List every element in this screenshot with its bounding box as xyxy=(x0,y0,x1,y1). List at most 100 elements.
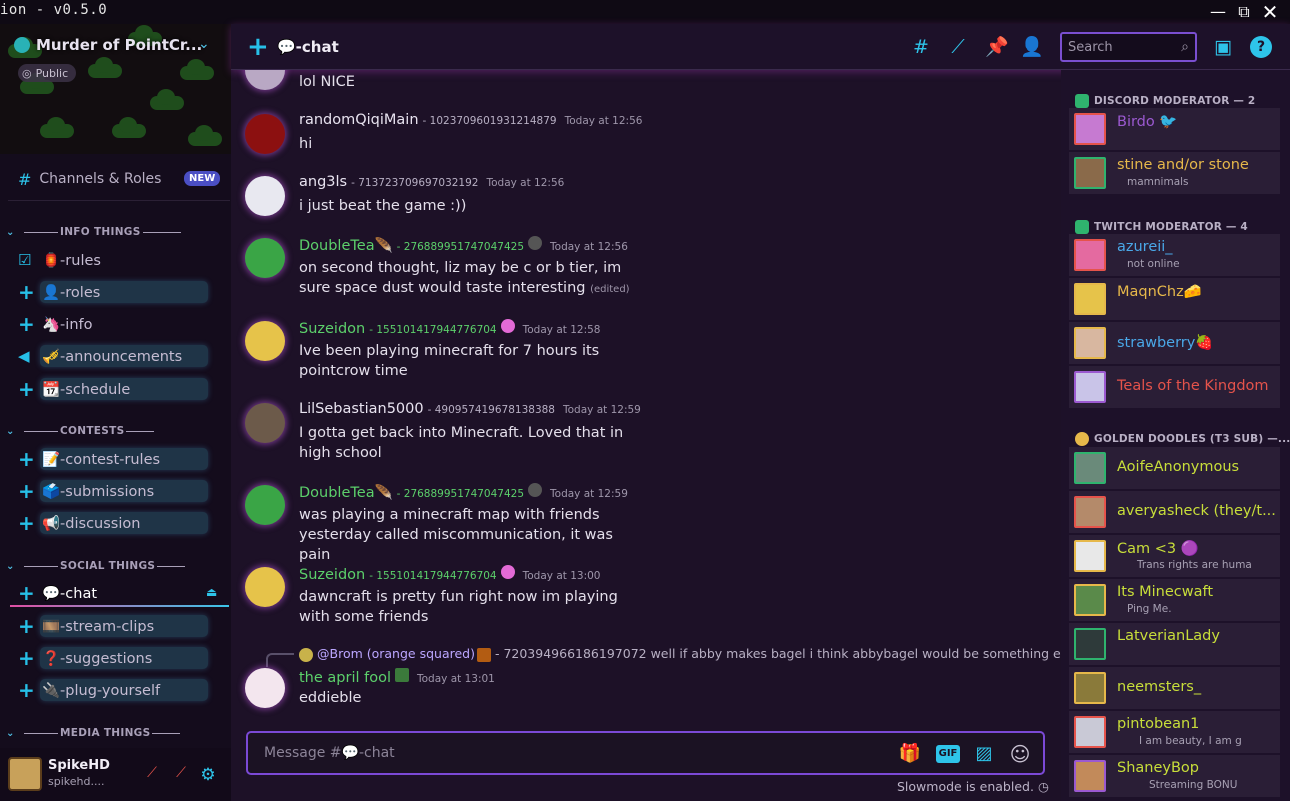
emoji-icon[interactable]: ☺ xyxy=(1008,742,1032,766)
avatar xyxy=(1074,371,1106,403)
deafen-icon[interactable]: ⟋ xyxy=(172,765,190,783)
message-body: was playing a minecraft map with friends… xyxy=(299,507,613,563)
avatar xyxy=(245,238,285,278)
globe-icon: ◎ xyxy=(22,66,32,80)
avatar[interactable] xyxy=(8,757,42,791)
maximize-icon[interactable]: ⧉ xyxy=(1234,2,1254,22)
member-item[interactable]: neemsters_ xyxy=(1069,667,1280,709)
member-item[interactable]: LatverianLady xyxy=(1069,623,1280,665)
text-channel-icon: + xyxy=(18,678,35,702)
channel-info[interactable]: + 🦄-info xyxy=(18,312,108,336)
avatar xyxy=(245,176,285,216)
rules-channel-icon: ☑ xyxy=(18,251,32,269)
message-header: the april fool Today at 13:01 xyxy=(299,668,495,686)
text-channel-icon: + xyxy=(18,614,35,638)
author-name[interactable]: ang3ls xyxy=(299,174,347,190)
server-icon xyxy=(14,37,30,53)
channel-discussion[interactable]: + 📢-discussion xyxy=(18,511,208,535)
channel-contest-rules[interactable]: + 📝-contest-rules xyxy=(18,447,208,471)
avatar xyxy=(1074,716,1106,748)
sticker-icon[interactable]: ▨ xyxy=(972,742,996,766)
server-name: Murder of PointCr... xyxy=(36,36,203,54)
user-name: SpikeHD xyxy=(48,758,110,773)
role-icon xyxy=(1075,432,1089,446)
server-name-button[interactable]: Murder of PointCr... xyxy=(14,36,202,54)
text-channel-icon: + xyxy=(247,32,269,62)
text-channel-icon: + xyxy=(18,479,35,503)
role-icon xyxy=(528,236,543,250)
mute-channel-icon[interactable]: ⟋ xyxy=(947,36,969,58)
close-icon[interactable]: ✕ xyxy=(1260,2,1280,22)
member-group-header: DISCORD MODERATOR — 2 xyxy=(1075,94,1255,108)
author-name[interactable]: LilSebastian5000 xyxy=(299,401,424,417)
member-item[interactable]: averyasheck (they/t... xyxy=(1069,491,1280,533)
gear-icon[interactable]: ⚙ xyxy=(199,765,217,785)
author-name[interactable]: randomQiqiMain xyxy=(299,112,419,128)
threads-icon[interactable]: # xyxy=(910,36,932,58)
author-name[interactable]: the april fool xyxy=(299,670,391,686)
avatar xyxy=(1074,760,1106,792)
member-item[interactable]: strawberry🍓 xyxy=(1069,322,1280,364)
channel-suggestions[interactable]: + ❓-suggestions xyxy=(18,646,208,670)
category-info-things[interactable]: ⌄ INFO THINGS xyxy=(6,224,226,240)
mute-icon[interactable]: ⟋ xyxy=(143,765,161,783)
member-item[interactable]: Birdo 🐦 xyxy=(1069,108,1280,150)
channel-announcements[interactable]: ◀ 🎺-announcements xyxy=(18,344,208,368)
avatar xyxy=(1074,672,1106,704)
member-item[interactable]: azureii_ not online xyxy=(1069,234,1280,276)
public-badge: ◎ Public xyxy=(18,64,77,82)
author-name[interactable]: Suzeidon xyxy=(299,567,365,583)
reply-reference[interactable]: @Brom (orange squared) - 720394966186197… xyxy=(299,646,1061,662)
chevron-down-icon: ⌄ xyxy=(6,560,15,572)
gift-icon[interactable]: 🎁 xyxy=(898,742,922,766)
channel-title: 💬-chat xyxy=(277,38,339,56)
search-input[interactable]: Search ⌕ xyxy=(1060,32,1197,62)
avatar xyxy=(299,647,313,662)
category-media-things[interactable]: ⌄ MEDIA THINGS xyxy=(6,725,226,741)
message-input[interactable]: Message #💬-chat 🎁 GIF ▨ ☺ xyxy=(246,731,1045,775)
window-title: ion - v0.5.0 xyxy=(0,2,108,18)
member-item[interactable]: AoifeAnonymous xyxy=(1069,447,1280,489)
channel-rules[interactable]: ☑ 🏮-rules xyxy=(18,248,117,272)
avatar xyxy=(1074,327,1106,359)
avatar xyxy=(245,70,285,90)
member-item[interactable]: pintobean1 I am beauty, I am g xyxy=(1069,711,1280,753)
member-list-icon[interactable]: 👤 xyxy=(1020,36,1044,58)
message-header: LilSebastian5000 - 490957419678138388 To… xyxy=(299,401,641,417)
member-item[interactable]: ShaneyBop Streaming BONU xyxy=(1069,755,1280,797)
text-channel-icon: + xyxy=(18,581,35,605)
category-social-things[interactable]: ⌄ SOCIAL THINGS xyxy=(6,558,226,574)
message-placeholder: Message #💬-chat xyxy=(264,745,395,761)
channel-submissions[interactable]: + 🗳️-submissions xyxy=(18,479,208,503)
channel-stream-clips[interactable]: + 🎞️-stream-clips xyxy=(18,614,208,638)
app-window: ion - v0.5.0 — ⧉ ✕ Murder of PointCr... … xyxy=(0,0,1290,801)
text-channel-icon: + xyxy=(18,377,35,401)
message-body: dawncraft is pretty fun right now im pla… xyxy=(299,589,618,625)
chevron-down-icon[interactable]: ⌄ xyxy=(198,36,210,52)
pin-icon[interactable]: 📌 xyxy=(985,36,1009,58)
user-panel: SpikeHD spikehd.... ⟋ ⟋ ⚙ xyxy=(0,748,231,801)
channel-chat[interactable]: + 💬-chat ⏏ xyxy=(18,581,217,605)
member-item[interactable]: MaqnChz🧀 xyxy=(1069,278,1280,320)
notification-bell-icon[interactable]: ⏏ xyxy=(206,585,217,599)
channel-browse-icon: # xyxy=(18,169,32,189)
message-header: ang3ls - 713723709697032192 Today at 12:… xyxy=(299,174,565,190)
avatar xyxy=(1074,584,1106,616)
message-header: Suzeidon - 155101417944776704 Today at 1… xyxy=(299,319,601,337)
channel-plug-yourself[interactable]: + 🔌-plug-yourself xyxy=(18,678,208,702)
minimize-icon[interactable]: — xyxy=(1208,2,1228,22)
category-contests[interactable]: ⌄ CONTESTS xyxy=(6,423,226,439)
channel-roles[interactable]: + 👤-roles xyxy=(18,280,208,304)
help-icon[interactable]: ? xyxy=(1250,36,1272,58)
member-item[interactable]: Its Minecwaft Ping Me. xyxy=(1069,579,1280,621)
author-name[interactable]: DoubleTea🪶 xyxy=(299,484,393,501)
channel-schedule[interactable]: + 📆-schedule xyxy=(18,377,208,401)
member-item[interactable]: Cam <3 🟣 Trans rights are huma xyxy=(1069,535,1280,577)
inbox-icon[interactable]: ▣ xyxy=(1212,36,1234,58)
avatar xyxy=(1074,283,1106,315)
gif-button[interactable]: GIF xyxy=(936,745,960,763)
author-name[interactable]: DoubleTea🪶 xyxy=(299,237,393,254)
member-item[interactable]: stine and/or stone mamnimals xyxy=(1069,152,1280,194)
author-name[interactable]: Suzeidon xyxy=(299,321,365,337)
member-item[interactable]: Teals of the Kingdom xyxy=(1069,366,1280,408)
